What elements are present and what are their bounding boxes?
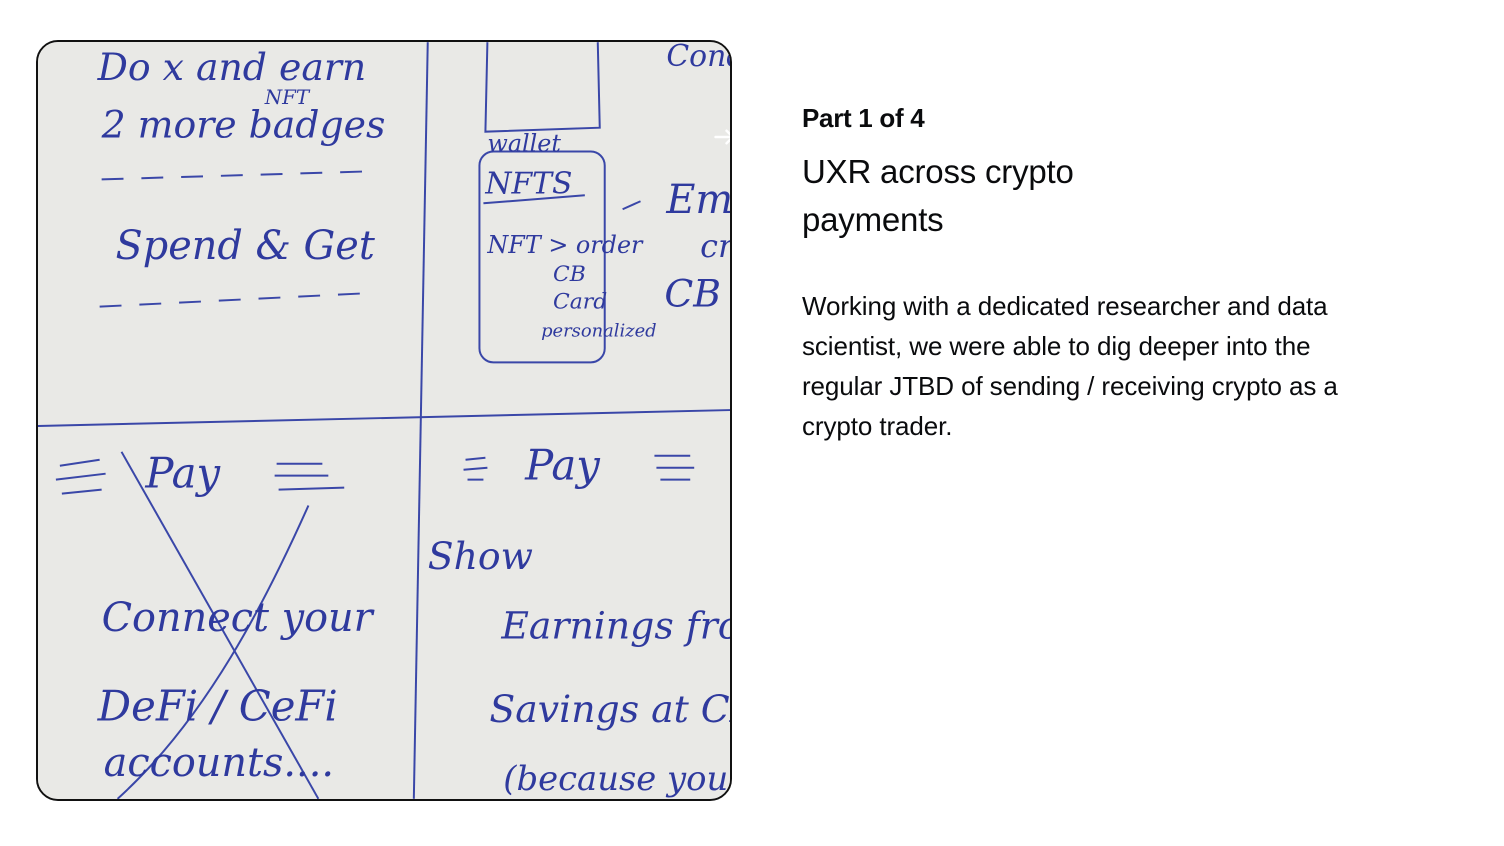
sketch-text: CB [553,262,586,287]
sketch-text: Pay [144,449,221,498]
sketch-text: DeFi / CeFi [97,681,338,730]
sketch-text: (because you [503,759,728,798]
section-heading: UXR across crypto payments [802,153,1074,238]
sketch-text: CB c [664,272,730,316]
part-indicator: Part 1 of 4 [802,103,925,133]
sketch-text: Savings at CB [489,687,730,731]
sketch-text: NFT > order [486,231,644,259]
section-description: Working with a dedicated researcher and … [802,291,1338,441]
sketch-text: Cond [666,42,730,74]
sketch-text: Connect your [102,595,375,641]
case-study-text-panel: Part 1 of 4 UXR across crypto payments W… [802,100,1382,446]
whiteboard-sketch-image: Do x and earn NFT 2 more badges Spend & … [38,42,730,799]
sketch-text: Earnings from CB [500,604,730,648]
sketch-text: Show [428,534,533,578]
sketch-text: personalized [541,320,657,341]
next-image-button[interactable] [714,126,730,148]
sketch-text: Pay [524,441,601,490]
sketch-photo-card: Do x and earn NFT 2 more badges Spend & … [36,40,732,801]
sketch-text: accounts.... [104,740,334,786]
sketch-text: Em [665,177,730,223]
sketch-text: 2 more badges [101,103,386,147]
sketch-text: Card [553,290,607,315]
sketch-text: Spend & Get [116,223,376,269]
sketch-text: cr [700,227,730,265]
sketch-text: wallet [487,130,561,158]
arrow-right-icon [714,129,730,145]
sketch-text: NFTS [484,166,572,201]
sketch-text: Do x and earn [97,45,367,89]
